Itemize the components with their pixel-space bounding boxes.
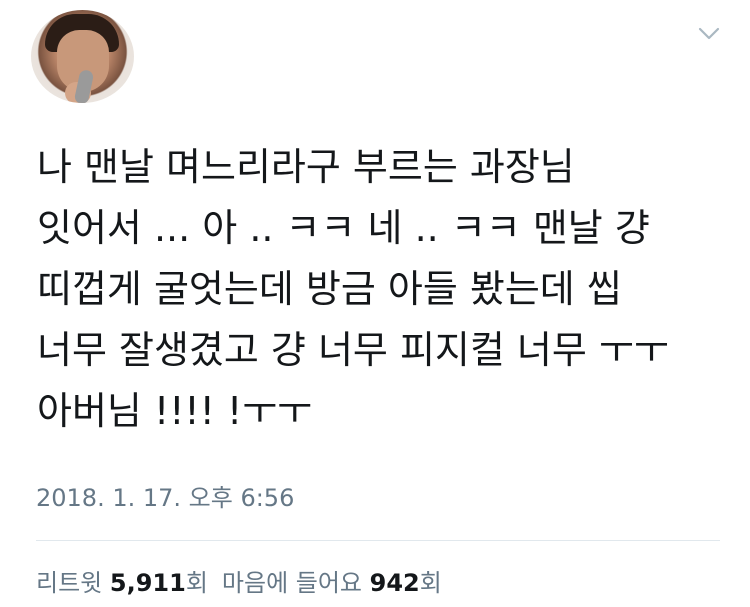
retweet-count: 5,911 [109,569,186,597]
retweet-stat[interactable]: 리트윗 5,911회 [36,569,208,597]
retweet-unit: 회 [185,569,208,597]
tweet-line: 나 맨날 며느리라구 부르는 과장님 [37,145,575,189]
chevron-down-icon[interactable] [696,23,722,45]
like-stat[interactable]: 마음에 들어요 942회 [222,569,442,597]
like-count: 942 [369,569,420,597]
tweet-stats: 리트윗 5,911회 마음에 들어요 942회 [36,563,442,598]
like-unit: 회 [419,569,442,597]
chevron-down-icon-svg [698,27,720,40]
divider [36,540,720,541]
avatar[interactable] [31,10,134,103]
tweet-line: 너무 잘생겼고 걍 너무 피지컬 너무 ㅜㅜ [37,328,669,372]
tweet-line: 띠껍게 굴엇는데 방금 아들 봤는데 씹 [37,267,622,311]
like-label: 마음에 들어요 [221,569,363,597]
tweet-line: 아버님 !!!! !ㅜㅜ [37,389,313,433]
tweet-timestamp[interactable]: 2018. 1. 17. 오후 6:56 [36,478,294,513]
tweet-line: 잇어서 ... 아 .. ㅋㅋ 네 .. ㅋㅋ 맨날 걍 [37,206,650,250]
retweet-label: 리트윗 [36,569,103,597]
tweet-text: 나 맨날 며느리라구 부르는 과장님 잇어서 ... 아 .. ㅋㅋ 네 .. … [37,137,737,442]
